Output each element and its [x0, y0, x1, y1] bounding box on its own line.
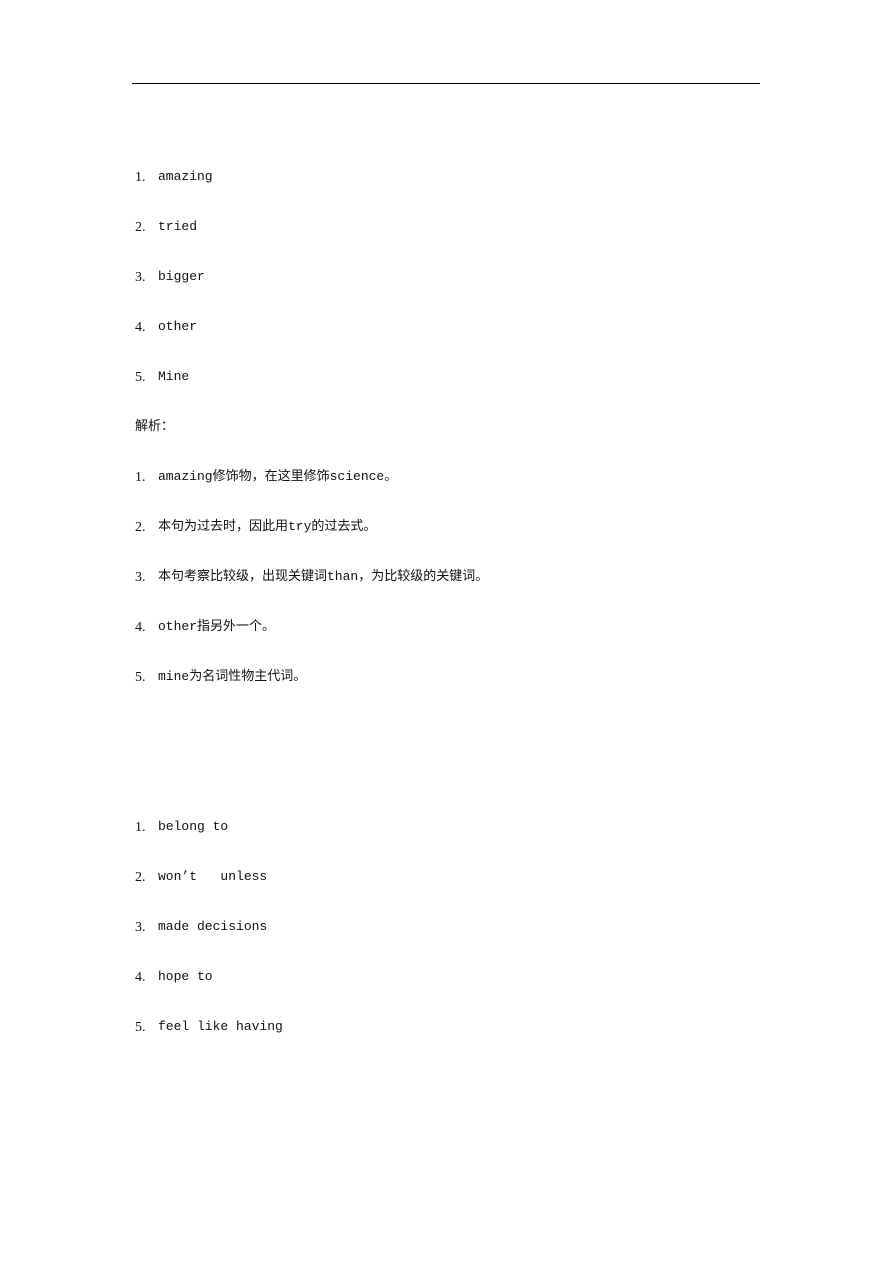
item-text: other — [158, 319, 198, 334]
item-text: 本句考察比较级，出现关键词than，为比较级的关键词。 — [158, 569, 489, 584]
item-text: Mine — [158, 369, 190, 384]
item-text: belong to — [158, 819, 229, 834]
item-text: made decisions — [158, 919, 268, 934]
analysis-heading: 解析： — [135, 419, 175, 434]
item-number: 4. — [135, 320, 146, 335]
item-number: 1. — [135, 470, 146, 485]
item-number: 4. — [135, 970, 146, 985]
item-number: 2. — [135, 220, 146, 235]
item-number: 5. — [135, 1020, 146, 1035]
item-number: 5. — [135, 370, 146, 385]
item-text: bigger — [158, 269, 205, 284]
item-text: other指另外一个。 — [158, 619, 276, 634]
item-text: mine为名词性物主代词。 — [158, 669, 307, 684]
item-text: hope to — [158, 969, 213, 984]
item-text: feel like having — [158, 1019, 283, 1034]
item-number: 3. — [135, 570, 146, 585]
item-number: 1. — [135, 820, 146, 835]
item-number: 5. — [135, 670, 146, 685]
item-number: 2. — [135, 870, 146, 885]
item-text: amazing — [158, 169, 213, 184]
item-number: 3. — [135, 920, 146, 935]
item-text: 本句为过去时，因此用try的过去式。 — [158, 519, 377, 534]
item-text: amazing修饰物，在这里修饰science。 — [158, 469, 398, 484]
item-text: won’t unless — [158, 869, 268, 884]
item-number: 2. — [135, 520, 146, 535]
item-text: tried — [158, 219, 198, 234]
item-number: 4. — [135, 620, 146, 635]
item-number: 3. — [135, 270, 146, 285]
header-rule — [132, 83, 760, 84]
item-number: 1. — [135, 170, 146, 185]
